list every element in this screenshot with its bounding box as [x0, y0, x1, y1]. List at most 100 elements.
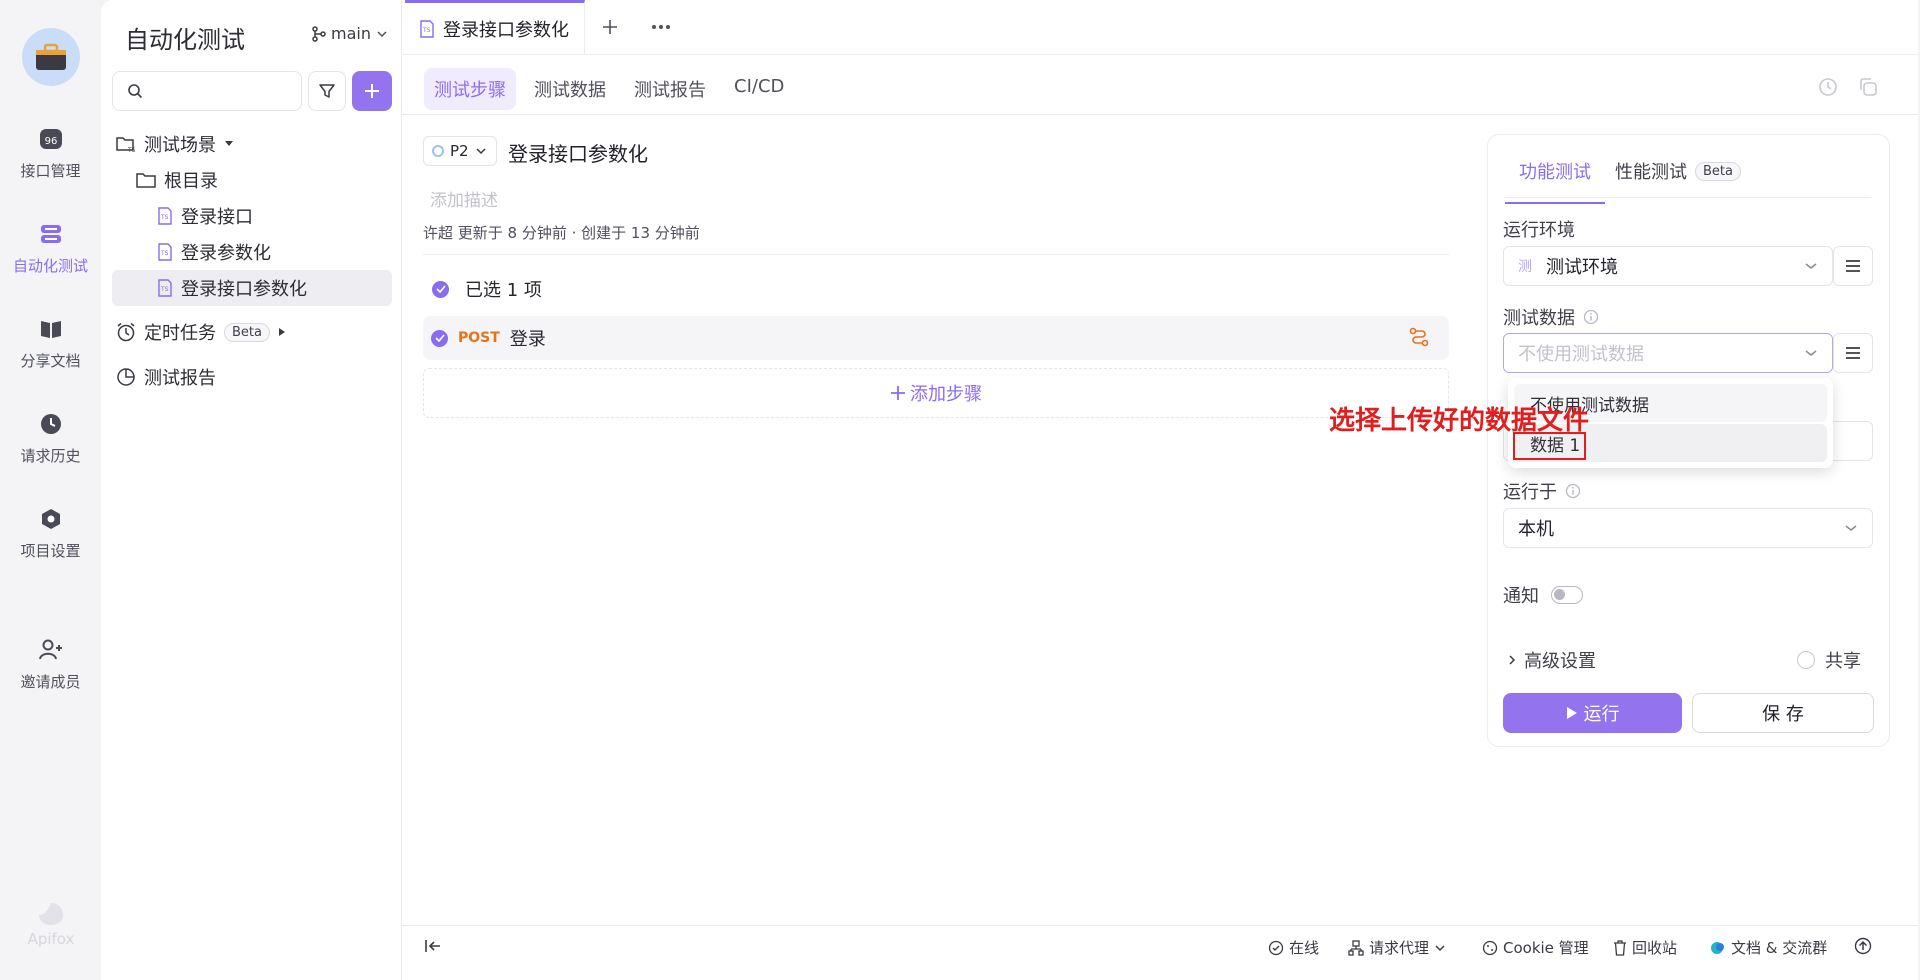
divider: [1505, 197, 1871, 198]
cookie-manager[interactable]: Cookie 管理: [1482, 937, 1589, 958]
add-step-button[interactable]: 添加步骤: [423, 368, 1449, 418]
route-icon[interactable]: [1409, 327, 1429, 347]
rail-item-settings[interactable]: 项目设置: [0, 492, 101, 572]
add-user-icon: [38, 637, 64, 663]
tab-test-data[interactable]: 测试数据: [524, 68, 616, 110]
tab-current-case[interactable]: TS 登录接口参数化: [405, 0, 585, 55]
http-method-badge: POST: [458, 330, 500, 346]
checkbox-unchecked-icon[interactable]: [1797, 651, 1815, 669]
checkbox-checked-icon[interactable]: [431, 329, 448, 347]
env-manage-button[interactable]: [1833, 246, 1873, 286]
beta-badge: Beta: [224, 322, 270, 342]
tree-node-reports[interactable]: 测试报告: [116, 359, 216, 395]
tab-performance-test[interactable]: 性能测试 Beta: [1615, 158, 1741, 184]
tree-node-label: 登录参数化: [181, 243, 271, 264]
page-title: 自动化测试: [125, 26, 245, 54]
chevron-down-icon: [1435, 944, 1445, 951]
chevron-right-icon: [1509, 655, 1516, 665]
project-logo[interactable]: [22, 28, 80, 86]
tree-node-root[interactable]: 根目录: [136, 162, 218, 198]
online-label: 在线: [1289, 939, 1320, 957]
tree-node-label: 登录接口: [181, 207, 253, 228]
brand-name: Apifox: [27, 930, 75, 948]
select-all-row[interactable]: 已选 1 项: [432, 276, 542, 302]
copy-icon[interactable]: [1858, 77, 1878, 97]
test-data-placeholder: 不使用测试数据: [1518, 344, 1644, 365]
proxy-menu[interactable]: 请求代理: [1348, 937, 1446, 958]
test-data-manage-button[interactable]: [1833, 333, 1873, 373]
branch-icon: [312, 25, 326, 42]
tree-node-scheduled[interactable]: 定时任务 Beta: [116, 314, 286, 350]
search-input[interactable]: [112, 71, 302, 111]
collapse-sidebar-icon[interactable]: [424, 938, 442, 954]
test-data-select[interactable]: 不使用测试数据: [1503, 333, 1833, 373]
trash-icon: [1614, 939, 1626, 956]
run-on-select[interactable]: 本机: [1503, 508, 1873, 548]
step-row[interactable]: POST 登录: [423, 316, 1449, 360]
info-icon: [1565, 483, 1581, 499]
case-title[interactable]: 登录接口参数化: [508, 138, 648, 167]
tab-steps[interactable]: 测试步骤: [424, 68, 516, 110]
recycle-bin[interactable]: 回收站: [1613, 937, 1677, 958]
checkbox-checked-icon[interactable]: [432, 280, 449, 298]
tab-test-report[interactable]: 测试报告: [624, 68, 716, 110]
filter-icon: [319, 84, 335, 98]
tree-node-scenes[interactable]: TS 测试场景: [116, 126, 234, 162]
more-tabs-button[interactable]: [651, 24, 671, 30]
api-icon: 96: [38, 126, 64, 152]
notify-label: 通知: [1503, 586, 1539, 607]
chat-icon: [1711, 941, 1724, 954]
tab-cicd[interactable]: CI/CD: [724, 68, 794, 110]
advanced-label: 高级设置: [1524, 651, 1596, 672]
rail-item-api[interactable]: 96 接口管理: [0, 112, 101, 192]
tree-node-label: 根目录: [164, 171, 218, 192]
test-case-icon: TS: [158, 243, 172, 261]
env-tag: 测: [1518, 259, 1532, 275]
test-case-icon: TS: [158, 279, 172, 297]
notify-toggle[interactable]: [1551, 586, 1583, 604]
env-select[interactable]: 测 测试环境: [1503, 246, 1833, 286]
branch-selector[interactable]: main: [312, 24, 388, 43]
svg-text:96: 96: [44, 136, 57, 147]
caret-down-icon: [225, 141, 233, 146]
upgrade-icon[interactable]: [1854, 937, 1872, 955]
pie-chart-icon: [117, 368, 135, 386]
rail-item-invite[interactable]: 邀请成员: [0, 623, 101, 703]
env-value: 测试环境: [1546, 257, 1618, 278]
run-label: 运行: [1583, 704, 1620, 725]
svg-text:TS: TS: [160, 214, 169, 221]
run-button[interactable]: 运行: [1503, 693, 1682, 733]
rail-item-label: 项目设置: [20, 542, 81, 560]
svg-text:TS: TS: [160, 286, 169, 293]
tab-label: 性能测试: [1615, 162, 1687, 183]
tree-node-case-selected[interactable]: TS 登录接口参数化: [112, 270, 392, 306]
share-label: 共享: [1825, 651, 1861, 672]
filter-button[interactable]: [308, 71, 346, 111]
test-case-icon: TS: [420, 20, 434, 38]
priority-value: P2: [450, 142, 469, 160]
docs-label: 文档 & 交流群: [1731, 939, 1828, 957]
proxy-label: 请求代理: [1369, 939, 1430, 957]
description-field[interactable]: 添加描述: [430, 186, 498, 211]
docs-community[interactable]: 文档 & 交流群: [1710, 937, 1827, 958]
priority-select[interactable]: P2: [423, 136, 497, 166]
online-status[interactable]: 在线: [1268, 937, 1319, 958]
chevron-down-icon: [476, 148, 486, 155]
rail-item-history[interactable]: 请求历史: [0, 397, 101, 477]
advanced-settings-toggle[interactable]: 高级设置: [1508, 647, 1596, 673]
new-tab-button[interactable]: [601, 18, 619, 36]
save-button[interactable]: 保 存: [1692, 693, 1874, 733]
rail-item-label: 请求历史: [20, 447, 81, 465]
clock-icon: [38, 411, 64, 437]
test-data-label-row: 测试数据: [1503, 304, 1599, 330]
add-button[interactable]: [352, 71, 392, 111]
svg-text:TS: TS: [160, 250, 169, 257]
tree-node-case[interactable]: TS 登录接口: [157, 198, 253, 234]
share-checkbox[interactable]: 共享: [1797, 647, 1861, 673]
tree-node-case[interactable]: TS 登录参数化: [157, 234, 271, 270]
notify-row: 通知: [1503, 582, 1583, 608]
history-icon[interactable]: [1818, 77, 1838, 97]
branch-name: main: [331, 24, 371, 43]
rail-item-share-docs[interactable]: 分享文档: [0, 302, 101, 382]
rail-item-automation[interactable]: 自动化测试: [0, 207, 101, 287]
